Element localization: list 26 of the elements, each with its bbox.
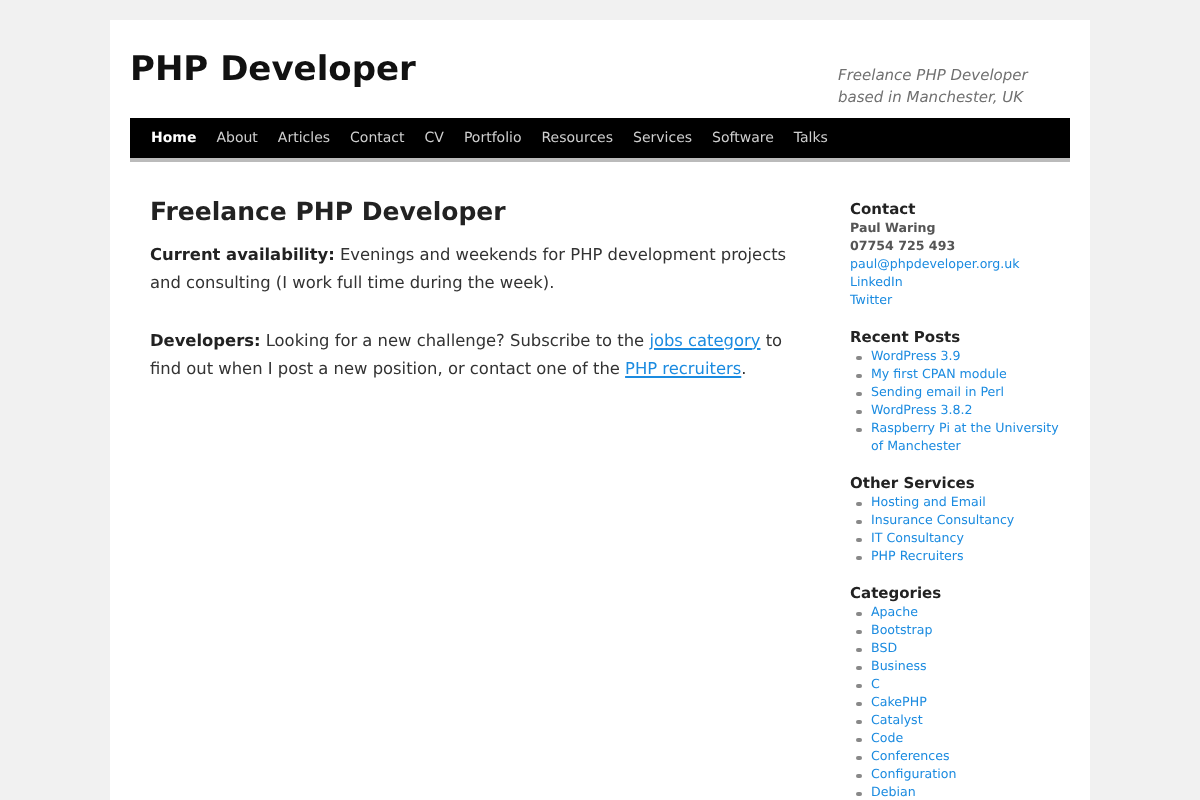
bullet-icon: [856, 665, 861, 670]
site-title[interactable]: PHP Developer: [130, 54, 416, 118]
bullet-icon: [856, 611, 861, 616]
bullet-icon: [856, 701, 861, 706]
bullet-icon: [856, 391, 861, 396]
bullet-icon: [856, 737, 861, 742]
bullet-icon: [856, 537, 861, 542]
bullet-icon: [856, 629, 861, 634]
bullet-icon: [856, 373, 861, 378]
text-link[interactable]: jobs category: [649, 329, 761, 349]
bullet-icon: [856, 755, 861, 760]
bullet-icon: [856, 773, 861, 778]
bullet-icon: [856, 355, 861, 360]
bullet-icon: [856, 427, 861, 432]
paragraph: Current availability: Evenings and weekends for PHP development projects and consulting (I work full time during the week).: [150, 241, 789, 296]
bullet-icon: [856, 555, 861, 560]
bullet-icon: [856, 791, 861, 796]
article-title: Freelance PHP Developer: [150, 200, 508, 225]
bullet-icon: [856, 719, 861, 724]
paragraph: Developers: Looking for a new challenge? Subscribe to the jobs category to find out when I post a new position, or contact one of the PHP recruiters.: [150, 327, 785, 382]
bullet-icon: [856, 647, 861, 652]
bullet-icon: [856, 409, 861, 414]
bullet-icon: [856, 519, 861, 524]
bullet-icon: [856, 683, 861, 688]
bullet-icon: [856, 501, 861, 506]
text-link[interactable]: PHP recruiters: [625, 358, 742, 378]
